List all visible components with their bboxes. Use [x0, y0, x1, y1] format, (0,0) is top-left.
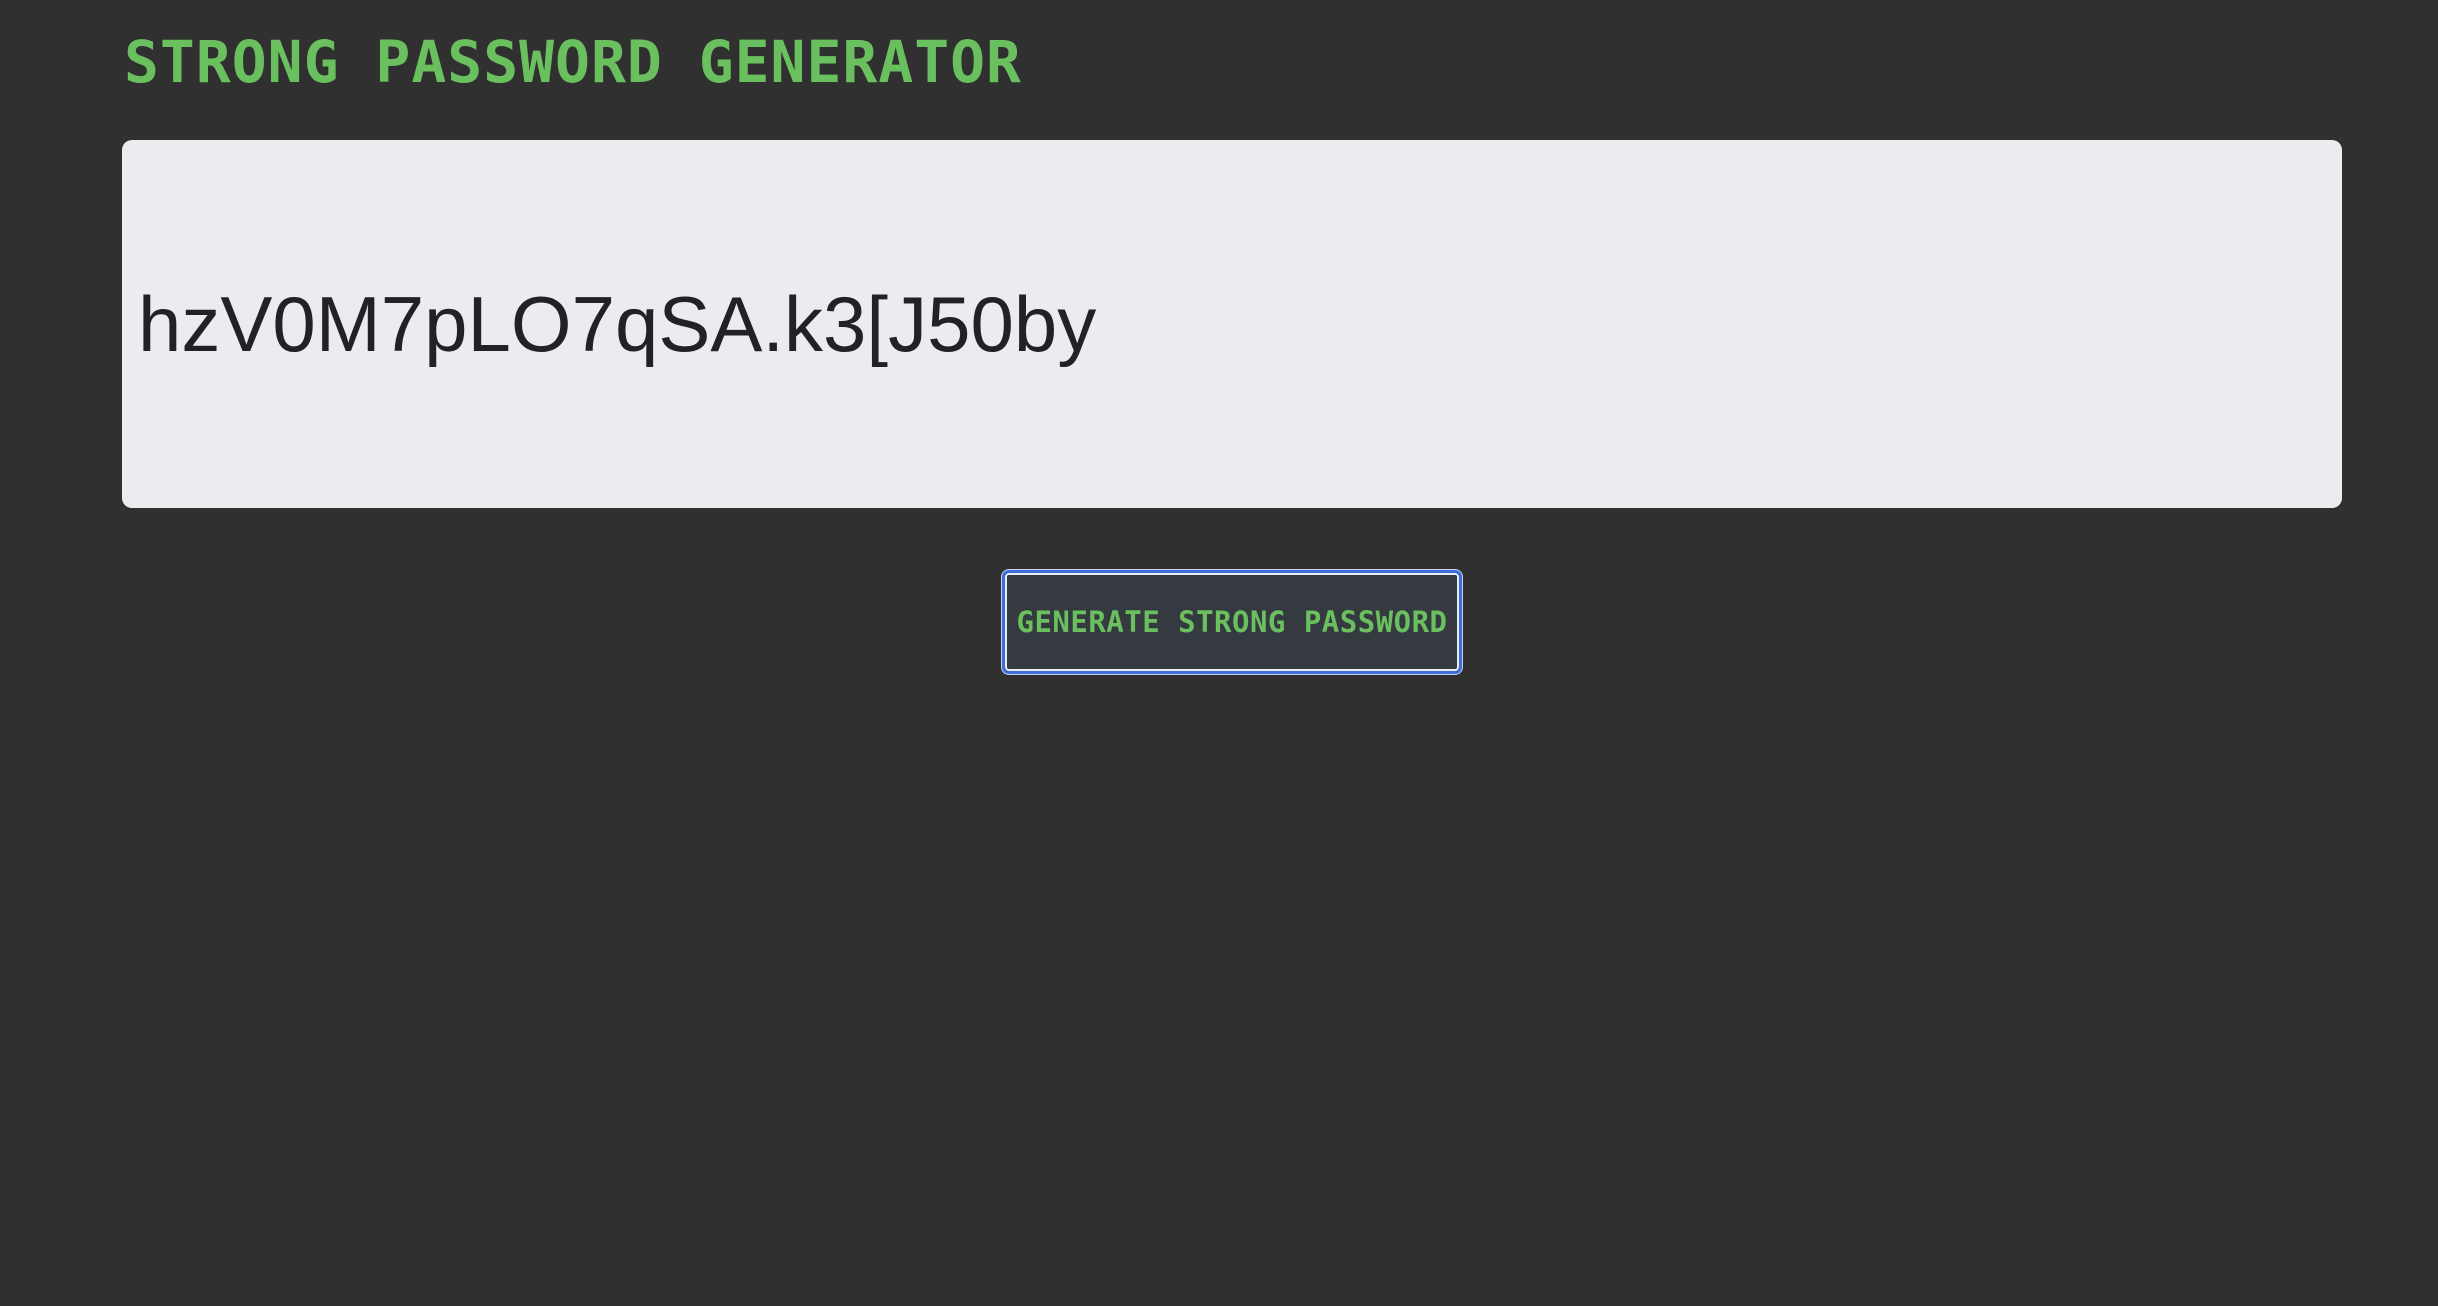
generated-password-text[interactable]: hzV0M7pLO7qSA.k3[J50by — [138, 279, 1096, 369]
generate-password-label: GENERATE STRONG PASSWORD — [1016, 605, 1448, 639]
app-page: STRONG PASSWORD GENERATOR hzV0M7pLO7qSA.… — [0, 0, 2438, 1306]
password-display[interactable]: hzV0M7pLO7qSA.k3[J50by — [122, 140, 2342, 508]
page-title: STRONG PASSWORD GENERATOR — [124, 28, 1022, 96]
generate-password-button[interactable]: GENERATE STRONG PASSWORD — [1002, 570, 1462, 674]
